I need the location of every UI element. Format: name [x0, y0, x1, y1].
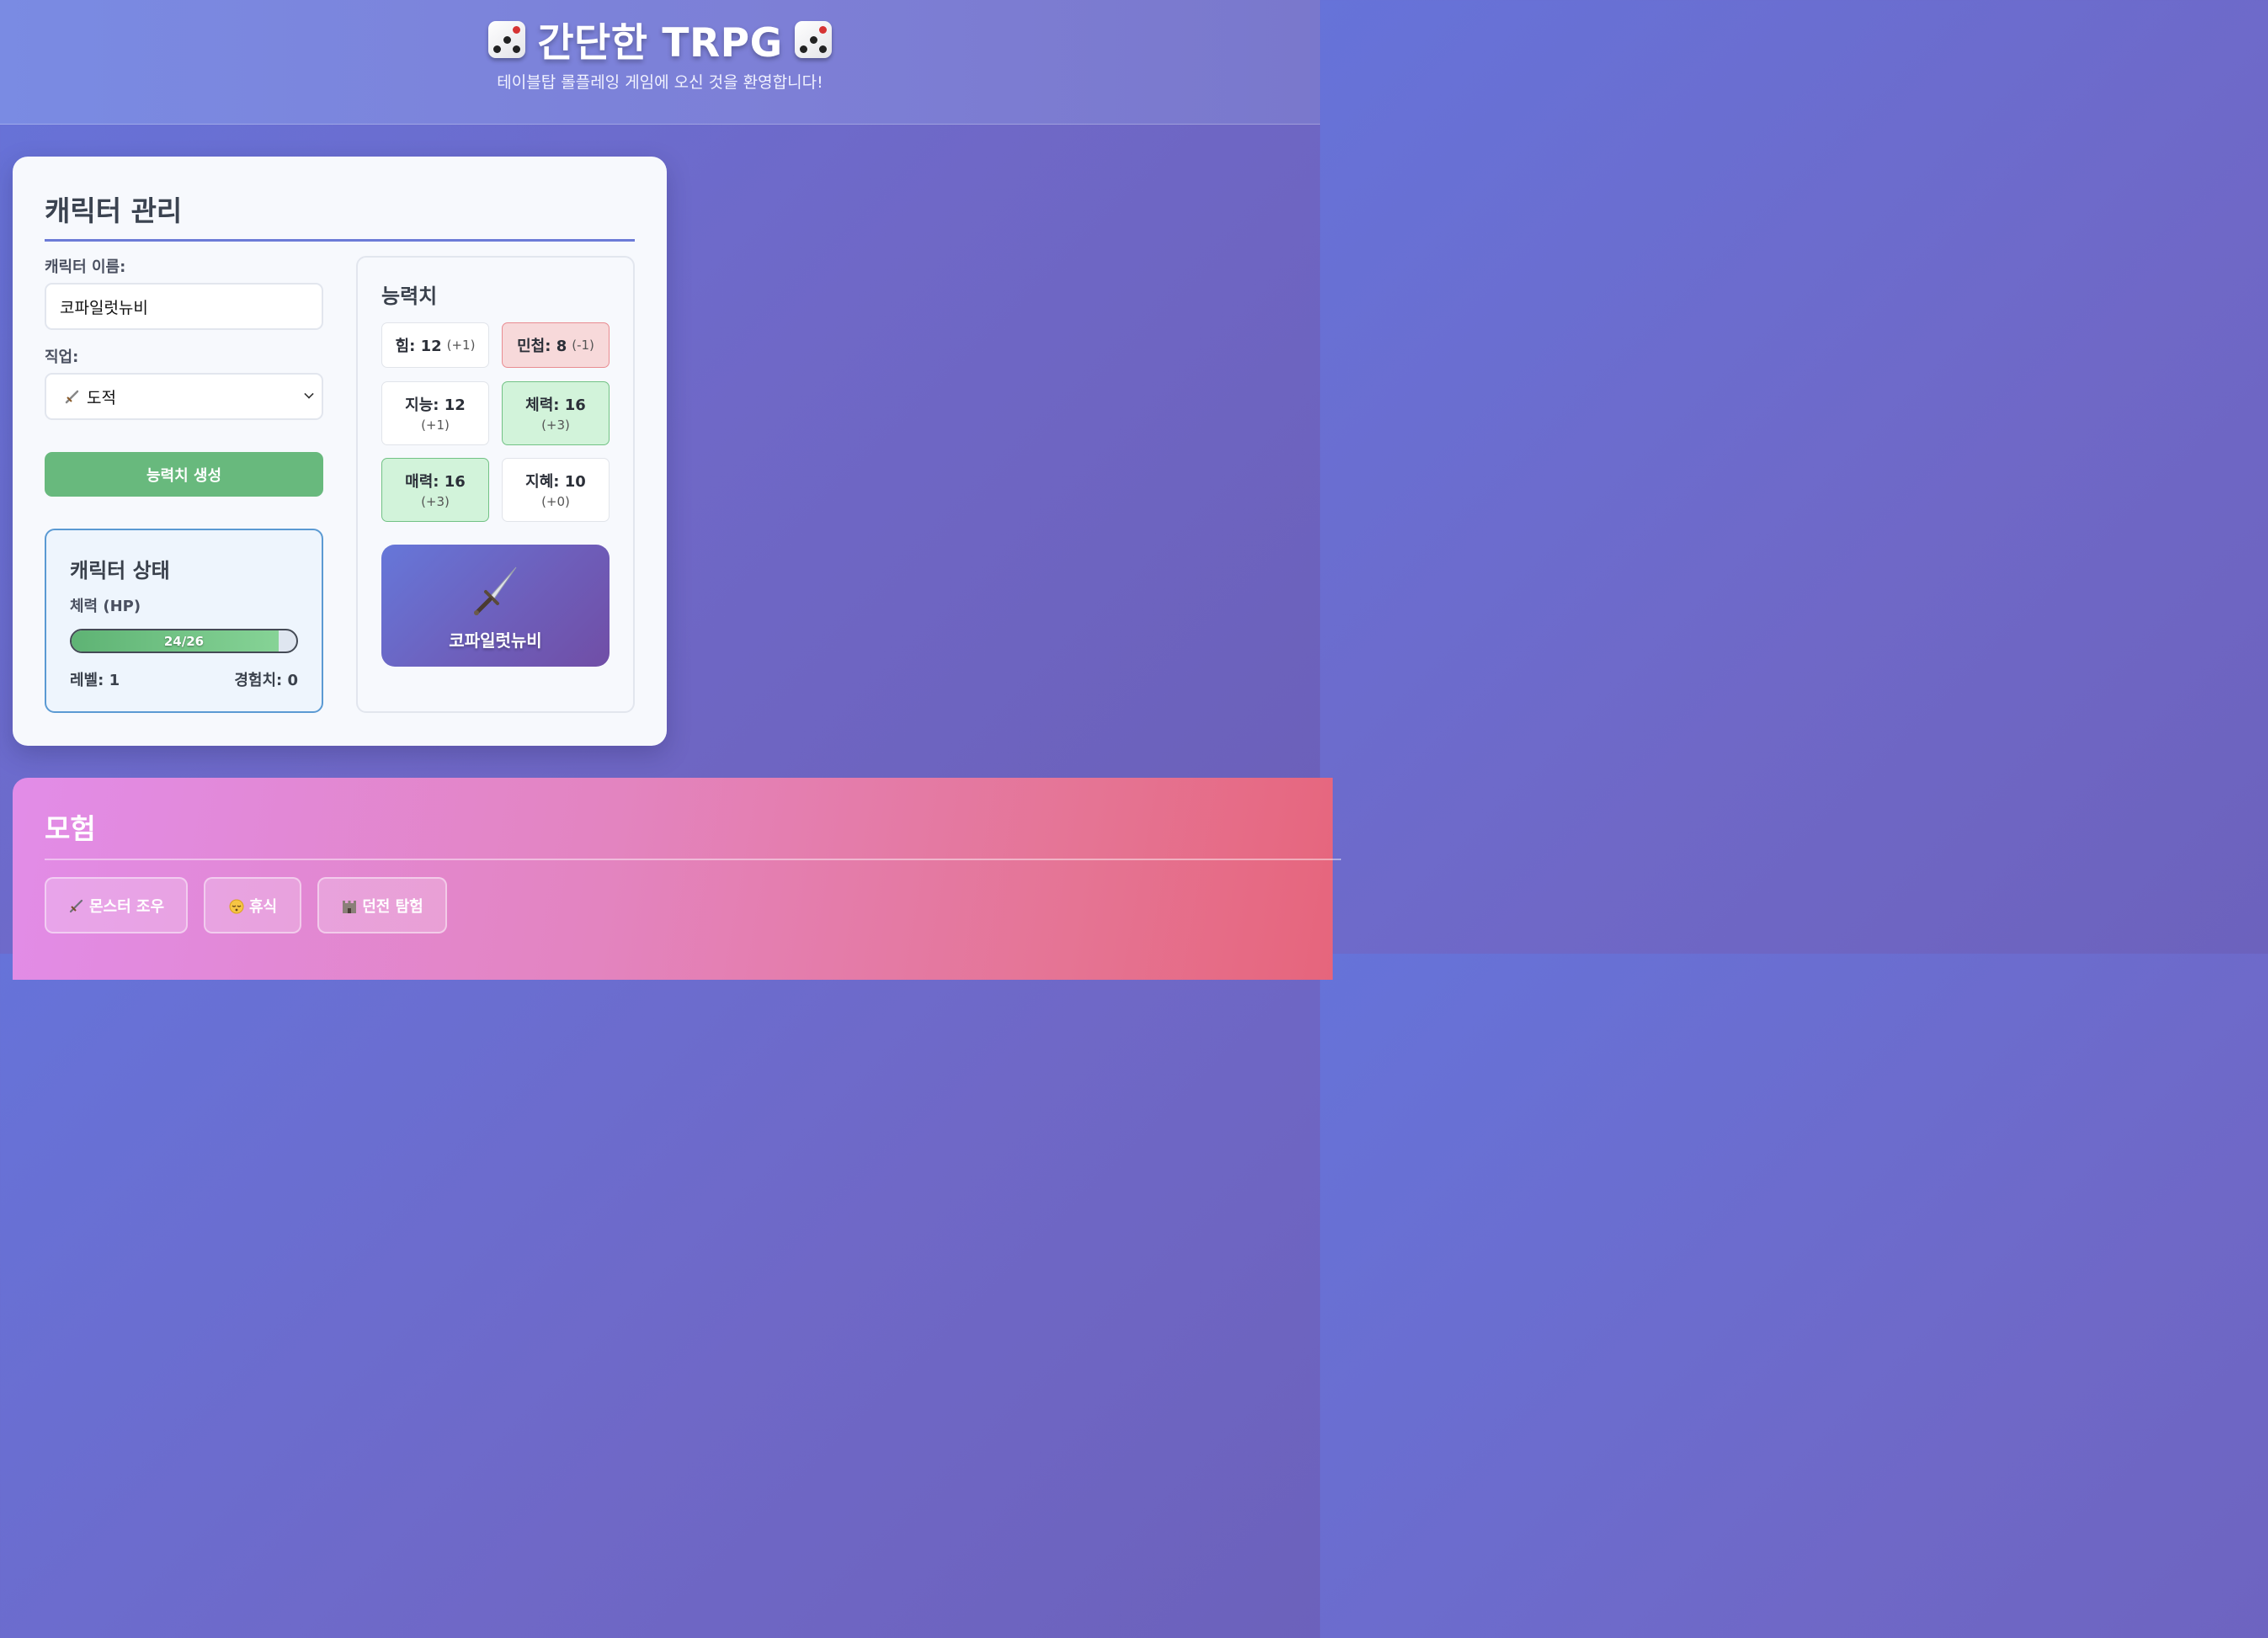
sleeping-face-icon — [229, 899, 244, 913]
stat-wisdom: 지혜: 10 (+0) — [502, 458, 610, 522]
app-title: 간단한 TRPG — [537, 20, 783, 66]
character-status-box: 캐릭터 상태 체력 (HP) 24/26 레벨: 1 경험치: 0 — [45, 529, 323, 713]
stat-modifier: (+0) — [541, 494, 570, 509]
stats-title: 능력치 — [381, 285, 438, 308]
dagger-icon — [69, 899, 83, 912]
stat-charisma: 매력: 16 (+3) — [381, 458, 489, 522]
chevron-down-icon — [304, 389, 314, 399]
stat-name: 지혜: 10 — [525, 473, 586, 491]
stat-modifier: (+3) — [421, 494, 450, 509]
dice-icon — [794, 20, 832, 58]
stat-intelligence: 지능: 12 (+1) — [381, 381, 489, 445]
stat-name: 민첩: 8 — [517, 338, 567, 355]
stat-modifier: (+1) — [421, 417, 450, 433]
adventure-panel: 모험 몬스터 조우 휴식 던전 탐험 — [13, 778, 1341, 980]
hp-bar: 24/26 — [70, 629, 298, 653]
button-label: 던전 탐험 — [362, 897, 423, 916]
app-subtitle: 테이블탑 롤플레잉 게임에 오신 것을 환영합니다! — [497, 73, 823, 92]
stat-modifier: (+1) — [446, 338, 476, 353]
portrait-name: 코파일럿뉴비 — [449, 630, 542, 651]
character-panel: 캐릭터 관리 캐릭터 이름: 직업: 도적 능력치 생성 캐릭터 상태 체력 (… — [13, 157, 667, 746]
app-title-row: 간단한 TRPG — [0, 10, 1320, 68]
rest-button[interactable]: 휴식 — [204, 877, 301, 933]
button-label: 휴식 — [248, 897, 278, 916]
stat-dexterity: 민첩: 8 (-1) — [502, 322, 610, 368]
job-select[interactable]: 도적 — [45, 373, 323, 420]
stat-name: 지능: 12 — [405, 396, 466, 414]
hp-text: 24/26 — [163, 633, 205, 649]
character-portrait: 코파일럿뉴비 — [381, 545, 610, 667]
stat-modifier: (-1) — [572, 338, 594, 353]
level-text: 레벨: 1 — [70, 672, 120, 689]
dagger-icon — [474, 566, 517, 615]
experience-text: 경험치: 0 — [234, 672, 298, 689]
character-status-title: 캐릭터 상태 — [70, 559, 170, 582]
dungeon-explore-button[interactable]: 던전 탐험 — [317, 877, 447, 933]
stat-strength: 힘: 12 (+1) — [381, 322, 489, 368]
adventure-title: 모험 — [45, 806, 1341, 860]
character-panel-title: 캐릭터 관리 — [45, 189, 635, 242]
character-name-label: 캐릭터 이름: — [45, 258, 126, 276]
stat-name: 매력: 16 — [405, 473, 466, 491]
hp-label: 체력 (HP) — [70, 598, 141, 615]
stat-name: 체력: 16 — [525, 396, 586, 414]
dagger-icon — [65, 390, 79, 404]
character-name-input[interactable] — [45, 283, 323, 330]
stat-constitution: 체력: 16 (+3) — [502, 381, 610, 445]
castle-icon — [343, 900, 357, 913]
job-label: 직업: — [45, 348, 79, 366]
dice-icon — [488, 20, 526, 58]
page-header: 간단한 TRPG 테이블탑 롤플레잉 게임에 오신 것을 환영합니다! — [0, 0, 1320, 125]
job-select-value: 도적 — [87, 388, 116, 407]
generate-stats-button[interactable]: 능력치 생성 — [45, 452, 323, 497]
button-label: 몬스터 조우 — [88, 897, 165, 916]
stats-box: 능력치 힘: 12 (+1) 민첩: 8 (-1) 지능: 12 (+1) 체력… — [356, 256, 635, 713]
stat-name: 힘: 12 — [395, 338, 442, 355]
stat-modifier: (+3) — [541, 417, 570, 433]
monster-encounter-button[interactable]: 몬스터 조우 — [45, 877, 188, 933]
